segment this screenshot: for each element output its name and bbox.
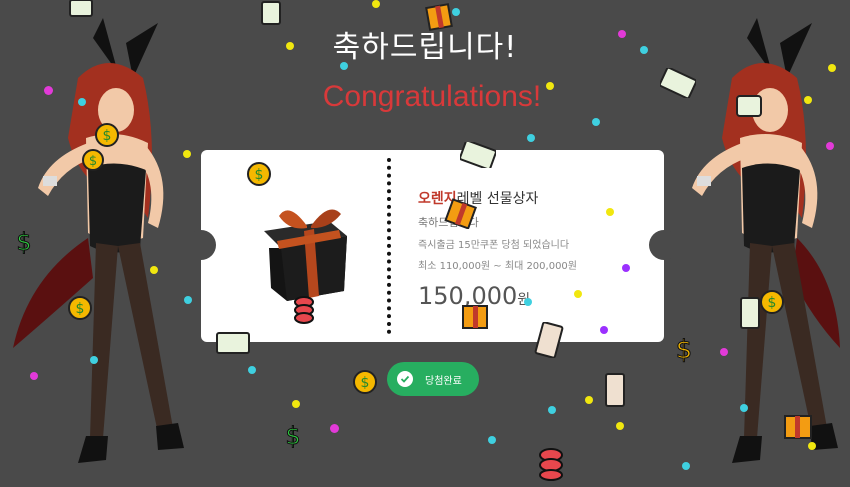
confetti-dot bbox=[804, 96, 812, 104]
prize-amount: 150,000원 bbox=[418, 282, 658, 310]
confetti-dot bbox=[248, 366, 256, 374]
confetti-dot bbox=[183, 150, 191, 158]
money-bag-icon: $ bbox=[353, 370, 377, 394]
confetti-dot bbox=[574, 290, 582, 298]
confetti-dot bbox=[600, 326, 608, 334]
claim-complete-button[interactable]: 당첨완료 bbox=[387, 362, 479, 396]
confetti-dot bbox=[546, 82, 554, 90]
present-icon bbox=[784, 415, 812, 439]
confetti-dot bbox=[618, 30, 626, 38]
confetti-dot bbox=[150, 266, 158, 274]
coin-stack-icon bbox=[539, 448, 563, 481]
svg-text:$: $ bbox=[285, 422, 300, 450]
dollar-bill-icon bbox=[460, 142, 496, 168]
dollar-bill-icon bbox=[69, 0, 93, 17]
confetti-dot bbox=[720, 348, 728, 356]
confetti-dot bbox=[184, 296, 192, 304]
confetti-dot bbox=[548, 406, 556, 414]
svg-text:$: $ bbox=[89, 154, 97, 169]
confetti-dot bbox=[372, 0, 380, 8]
coin-stack-icon bbox=[294, 296, 314, 324]
confetti-dot bbox=[78, 98, 86, 106]
money-bag-icon: $ bbox=[247, 162, 271, 186]
gift-box-icon bbox=[264, 209, 347, 301]
ticket-perforation bbox=[387, 158, 391, 334]
confetti-dot bbox=[452, 8, 460, 16]
present-icon bbox=[444, 198, 477, 229]
confetti-dot bbox=[826, 142, 834, 150]
money-bag-icon: $ bbox=[95, 123, 119, 147]
confetti-dot bbox=[286, 42, 294, 50]
confetti-dot bbox=[592, 118, 600, 126]
confetti-dot bbox=[340, 62, 348, 70]
svg-text:$: $ bbox=[16, 228, 31, 256]
dollar-bill-icon bbox=[534, 322, 564, 358]
dollar-bill-icon bbox=[740, 297, 760, 329]
checkmark-icon bbox=[397, 371, 413, 387]
dollar-bill-icon bbox=[660, 68, 696, 98]
svg-text:$: $ bbox=[676, 335, 693, 365]
svg-text:$: $ bbox=[768, 295, 777, 311]
confetti-dot bbox=[527, 134, 535, 142]
confetti-dot bbox=[640, 46, 648, 54]
confetti-dot bbox=[330, 424, 339, 433]
dollar-bill-icon bbox=[216, 332, 250, 354]
celebration-screen: 축하드립니다! Congratulations! 오렌지레벨 선물상자 축하드립… bbox=[0, 0, 850, 487]
svg-text:$: $ bbox=[76, 301, 85, 317]
prize-notice: 즉시출금 15만쿠폰 당첨 되었습니다 bbox=[418, 240, 570, 251]
dollar-bill-icon bbox=[261, 1, 281, 25]
svg-text:$: $ bbox=[103, 128, 112, 144]
title-english: Congratulations! bbox=[322, 80, 542, 113]
dollar-sign-icon: $ bbox=[16, 228, 32, 257]
present-icon bbox=[425, 3, 453, 31]
confetti-dot bbox=[488, 436, 496, 444]
confetti-dot bbox=[622, 264, 630, 272]
svg-text:$: $ bbox=[361, 375, 370, 391]
coupon-icon bbox=[736, 95, 762, 117]
present-icon bbox=[462, 305, 488, 329]
claim-complete-label: 당첨완료 bbox=[425, 375, 462, 387]
confetti-dot bbox=[828, 64, 836, 72]
svg-text:$: $ bbox=[255, 167, 264, 183]
confetti-dot bbox=[30, 372, 38, 380]
dollar-sign-icon: $ bbox=[675, 335, 693, 366]
confetti-dot bbox=[292, 400, 300, 408]
confetti-dot bbox=[585, 396, 593, 404]
confetti-dot bbox=[740, 404, 748, 412]
confetti-dot bbox=[808, 442, 816, 450]
ticket-notch-left bbox=[186, 230, 216, 260]
confetti-dot bbox=[682, 462, 690, 470]
dollar-sign-icon: $ bbox=[285, 422, 301, 451]
money-bag-icon: $ bbox=[68, 296, 92, 320]
confetti-dot bbox=[524, 298, 532, 306]
dollar-bill-icon bbox=[605, 373, 625, 407]
confetti-dot bbox=[90, 356, 98, 364]
confetti-dot bbox=[606, 208, 614, 216]
money-bag-icon: $ bbox=[82, 149, 104, 171]
confetti-dot bbox=[616, 422, 624, 430]
confetti-dot bbox=[44, 86, 53, 95]
